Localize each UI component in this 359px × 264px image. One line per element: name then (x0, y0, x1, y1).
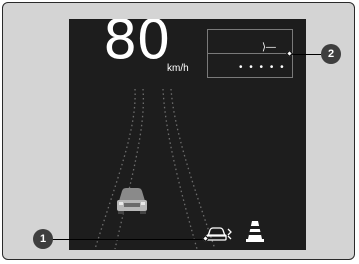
speed-value: 80 (103, 19, 171, 71)
acc-car-icon (206, 227, 232, 241)
cone-icon (246, 221, 264, 242)
speed-unit: km/h (167, 63, 189, 74)
callout-2-badge: 2 (321, 44, 341, 64)
callout-1-badge: 1 (33, 229, 53, 249)
indicator-icon: ⟩— (262, 42, 276, 53)
callout-2-leader (291, 54, 321, 55)
callout-1-leader (52, 239, 206, 240)
car-rear-icon (117, 188, 147, 214)
instrument-display: 80 km/h ⟩— • • • • • (69, 19, 306, 250)
gap-dots: • • • • • (239, 62, 286, 73)
panel-divider (207, 53, 293, 54)
